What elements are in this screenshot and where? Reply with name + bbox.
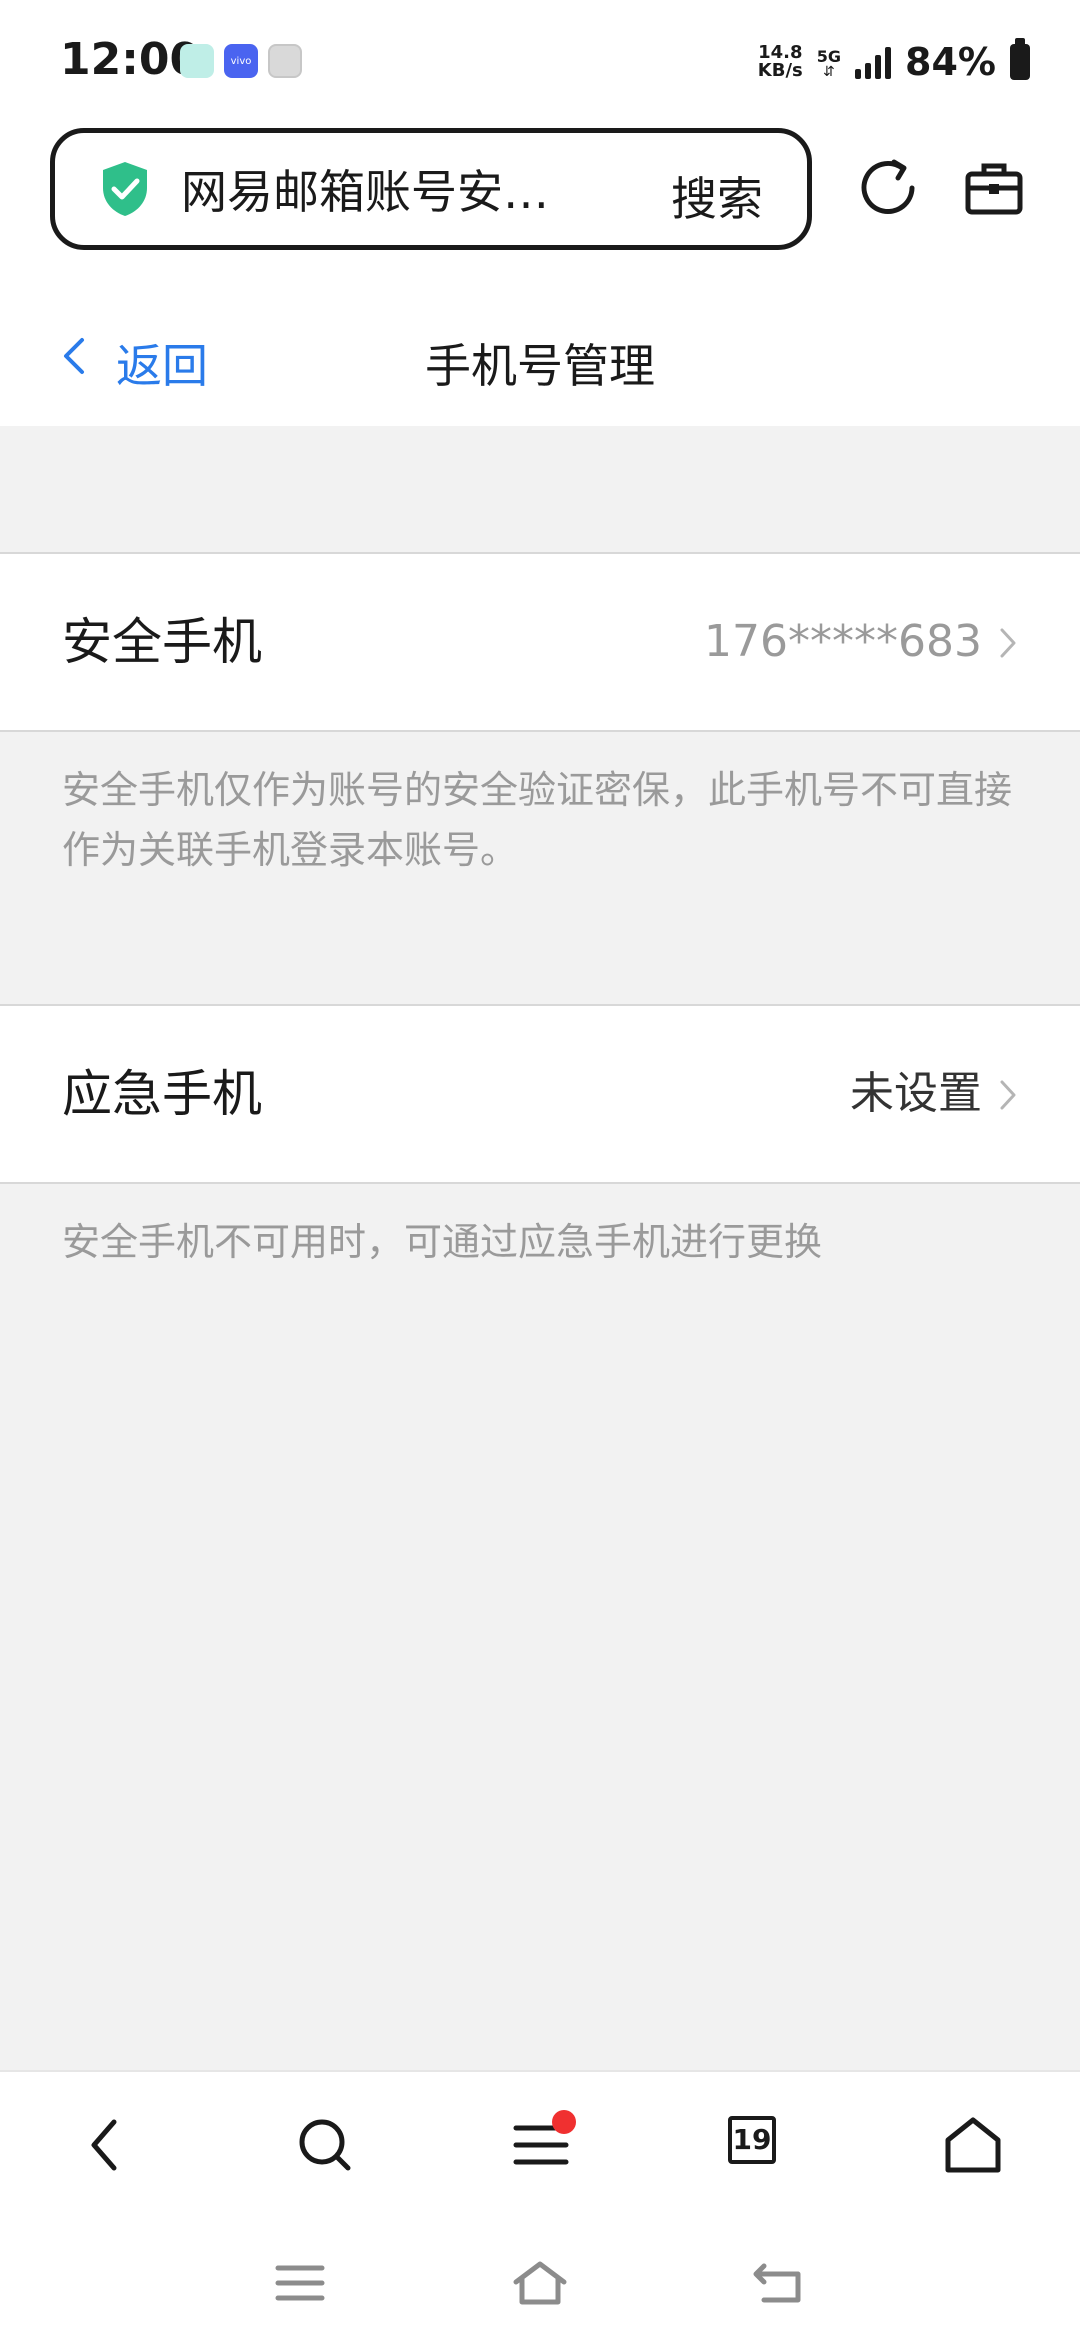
status-right: 14.8 KB/s 5G ⇵ 84%	[758, 38, 1030, 84]
home-icon[interactable]	[938, 2110, 1008, 2180]
vivo-app-icon: vivo	[224, 44, 258, 78]
chevron-right-icon	[1000, 628, 1016, 658]
security-phone-row[interactable]: 安全手机 176*****683	[0, 552, 1080, 732]
system-back-icon[interactable]	[750, 2258, 810, 2308]
search-icon[interactable]	[290, 2110, 360, 2180]
tabs-icon[interactable]: 19	[728, 2116, 776, 2164]
teal-app-icon	[180, 44, 214, 78]
security-phone-label: 安全手机	[62, 613, 262, 671]
refresh-icon[interactable]	[858, 158, 918, 218]
system-home-icon[interactable]	[510, 2258, 570, 2308]
notification-badge	[552, 2110, 576, 2134]
page-title: 手机号管理	[425, 339, 655, 393]
security-phone-hint: 安全手机仅作为账号的安全验证密保，此手机号不可直接作为关联手机登录本账号。	[62, 768, 1013, 872]
signal-icon	[855, 45, 892, 79]
network-speed: 14.8 KB/s	[758, 44, 803, 80]
security-phone-value: 176*****683	[704, 616, 982, 667]
back-icon[interactable]	[72, 2110, 142, 2180]
vivo-label: vivo	[230, 55, 252, 67]
shield-check-icon	[103, 162, 147, 216]
status-app-icons: vivo	[180, 44, 302, 78]
emergency-phone-label: 应急手机	[62, 1065, 262, 1123]
emergency-phone-value: 未设置	[850, 1068, 982, 1119]
emergency-phone-row[interactable]: 应急手机 未设置	[0, 1004, 1080, 1184]
net-speed-unit: KB/s	[757, 60, 803, 81]
browser-toolbar: 网易邮箱账号安… 搜索	[0, 120, 1080, 270]
search-button[interactable]: 搜索	[671, 163, 763, 229]
emergency-phone-hint: 安全手机不可用时，可通过应急手机进行更换	[62, 1220, 823, 1264]
address-bar[interactable]: 网易邮箱账号安… 搜索	[50, 128, 812, 250]
battery-icon	[1010, 38, 1030, 80]
data-arrows-icon: ⇵	[823, 63, 835, 80]
toolbox-icon[interactable]	[964, 158, 1024, 218]
gray-app-icon	[268, 44, 302, 78]
network-type: 5G	[816, 46, 842, 66]
chevron-right-icon	[1000, 1080, 1016, 1110]
address-text: 网易邮箱账号安…	[181, 165, 549, 219]
status-bar: 12:00 vivo 14.8 KB/s 5G ⇵ 84%	[0, 0, 1080, 120]
battery-percent: 84%	[905, 40, 996, 84]
recent-apps-icon[interactable]	[270, 2258, 330, 2308]
